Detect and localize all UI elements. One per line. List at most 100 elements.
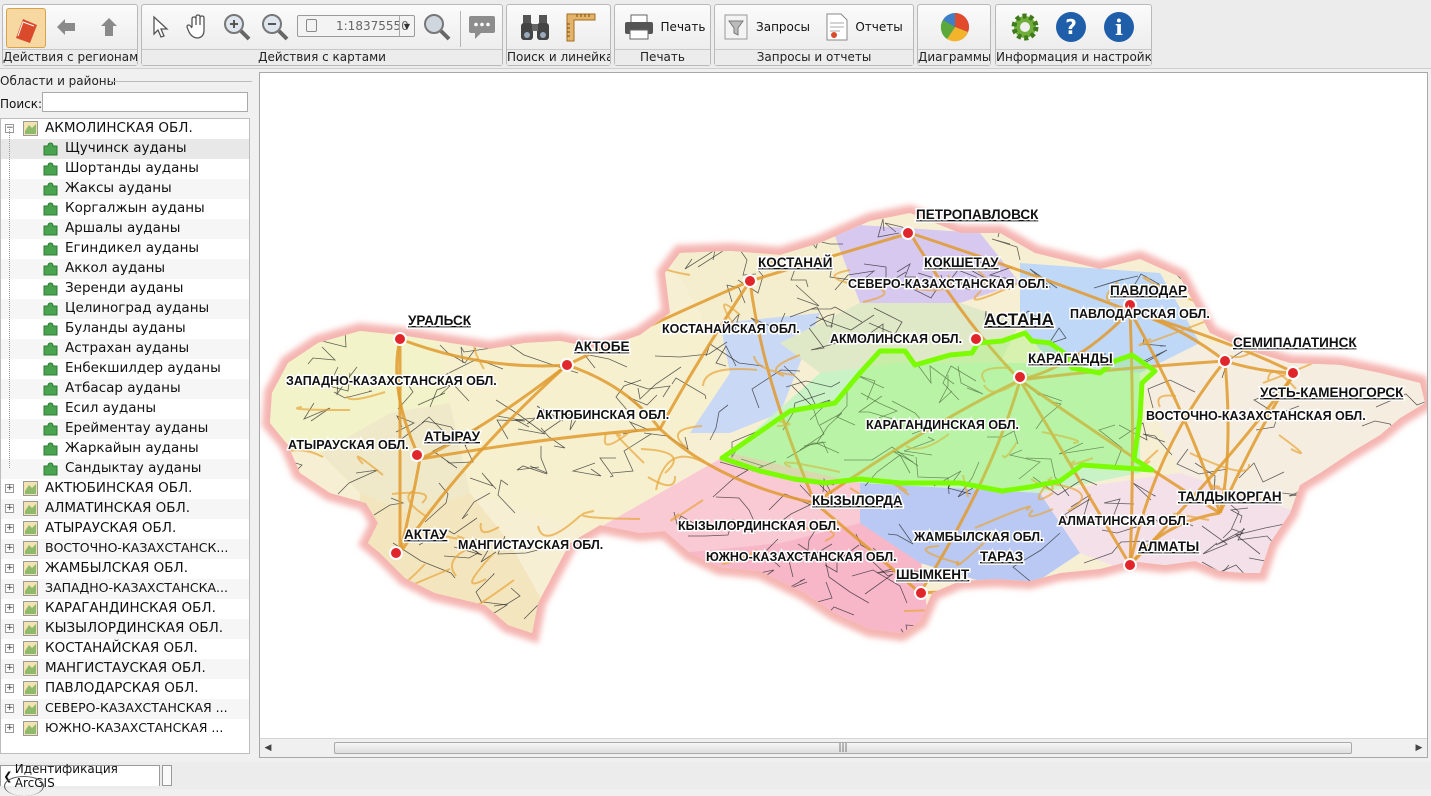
diagrams-button[interactable] (936, 8, 974, 46)
back-arrow-button[interactable] (51, 8, 81, 46)
tree-item-region[interactable]: + ЮЖНО-КАЗАХСТАНСКАЯ ... (1, 719, 249, 739)
tree-item-district[interactable]: Целиноград ауданы (1, 299, 249, 319)
expand-toggle-icon[interactable]: + (5, 564, 14, 573)
expand-toggle-icon[interactable]: + (5, 724, 14, 733)
city-marker-icon[interactable] (914, 586, 928, 600)
tree-item-district[interactable]: Аккол ауданы (1, 259, 249, 279)
city-marker-icon[interactable] (969, 332, 983, 346)
tree-item-district[interactable]: Сандыктау ауданы (1, 459, 249, 479)
tree-item-region[interactable]: + ЖАМБЫЛСКАЯ ОБЛ. (1, 559, 249, 579)
tree-item-district[interactable]: Шортанды ауданы (1, 159, 249, 179)
tree-district-label: Енбекшилдер ауданы (65, 360, 221, 376)
district-puzzle-icon (43, 462, 58, 476)
scale-select[interactable]: 1:18375550 ▼ (297, 15, 415, 37)
tree-item-district[interactable]: Атбасар ауданы (1, 379, 249, 399)
ruler-icon (566, 13, 596, 42)
tree-item-district[interactable]: Жаксы ауданы (1, 179, 249, 199)
region-select-button[interactable] (6, 8, 46, 48)
tree-item-district[interactable]: Есил ауданы (1, 399, 249, 419)
zoom-out-button[interactable] (258, 8, 292, 46)
group-label-search-ruler: Поиск и линейка (507, 49, 610, 65)
search-binoculars-button[interactable] (517, 8, 553, 46)
city-marker-icon[interactable] (901, 226, 915, 240)
tree-item-district[interactable]: Щучинск ауданы (1, 139, 249, 159)
expand-toggle-icon[interactable]: + (5, 604, 14, 613)
tree-item-district[interactable]: Жаркайын ауданы (1, 439, 249, 459)
city-marker-icon[interactable] (410, 448, 424, 462)
select-pointer-button[interactable] (146, 8, 176, 46)
tree-item-district[interactable]: Енбекшилдер ауданы (1, 359, 249, 379)
group-label-info-settings: Информация и настройки (996, 49, 1151, 65)
city-marker-icon[interactable] (1123, 558, 1137, 572)
tree-item-district[interactable]: Зеренди ауданы (1, 279, 249, 299)
city-marker-icon[interactable] (393, 332, 407, 346)
reports-button[interactable]: Отчеты (819, 8, 909, 46)
svg-text:i: i (1115, 15, 1123, 40)
tree-item-region[interactable]: + ВОСТОЧНО-КАЗАХСТАНСК... (1, 539, 249, 559)
info-button[interactable]: i (1100, 8, 1138, 46)
map-view[interactable]: ПЕТРОПАВЛОВСК КОСТАНАЙ КОКШЕТАУ ПАВЛОДАР УРА… (259, 72, 1428, 758)
tree-item-region-expanded[interactable]: − АКМОЛИНСКАЯ ОБЛ. (1, 119, 249, 139)
city-marker-icon[interactable] (1286, 366, 1300, 380)
identify-callout-button[interactable] (464, 8, 500, 46)
scrollbar-thumb[interactable]: ||| (334, 742, 1352, 754)
pan-hand-button[interactable] (180, 8, 214, 46)
print-label: Печать (660, 20, 706, 34)
tree-item-region[interactable]: + АЛМАТИНСКАЯ ОБЛ. (1, 499, 249, 519)
print-button[interactable]: Печать (621, 8, 707, 46)
tree-item-district[interactable]: Буланды ауданы (1, 319, 249, 339)
city-marker-icon[interactable] (389, 546, 403, 560)
expand-toggle-icon[interactable]: + (5, 644, 14, 653)
kazakhstan-map[interactable]: ПЕТРОПАВЛОВСК КОСТАНАЙ КОКШЕТАУ ПАВЛОДАР УРА… (260, 73, 1427, 739)
tree-item-district[interactable]: Астрахан ауданы (1, 339, 249, 359)
tree-item-region[interactable]: + СЕВЕРО-КАЗАХСТАНСКАЯ ... (1, 699, 249, 719)
queries-label: Запросы (756, 20, 810, 34)
zoom-extent-button[interactable] (420, 8, 454, 46)
map-horizontal-scrollbar[interactable]: ◀ ||| ▶ (260, 738, 1427, 757)
tree-district-label: Аккол ауданы (65, 260, 166, 276)
expand-toggle-icon[interactable]: + (5, 624, 14, 633)
scroll-right-icon[interactable]: ▶ (1413, 741, 1425, 755)
ruler-button[interactable] (563, 8, 599, 46)
district-puzzle-icon (43, 242, 58, 256)
tree-item-region[interactable]: + ПАВЛОДАРСКАЯ ОБЛ. (1, 679, 249, 699)
expand-toggle-icon[interactable]: + (5, 584, 14, 593)
city-marker-icon[interactable] (1218, 354, 1232, 368)
tree-item-region[interactable]: + КАРАГАНДИНСКАЯ ОБЛ. (1, 599, 249, 619)
city-marker-icon[interactable] (743, 274, 757, 288)
tree-item-region[interactable]: + АТЫРАУСКАЯ ОБЛ. (1, 519, 249, 539)
up-arrow-button[interactable] (94, 8, 124, 46)
expand-toggle-icon[interactable]: + (5, 504, 14, 513)
zoom-in-button[interactable] (220, 8, 254, 46)
search-input[interactable] (42, 92, 248, 112)
tree-item-region[interactable]: + КОСТАНАЙСКАЯ ОБЛ. (1, 639, 249, 659)
city-label: ПАВЛОДАР (1110, 283, 1187, 298)
tree-item-district[interactable]: Коргалжын ауданы (1, 199, 249, 219)
tree-item-region[interactable]: + ЗАПАДНО-КАЗАХСТАНСКА... (1, 579, 249, 599)
tree-district-label: Сандыктау ауданы (65, 460, 202, 476)
expand-toggle-icon[interactable]: + (5, 704, 14, 713)
queries-button[interactable]: Запросы (721, 8, 811, 46)
settings-button[interactable] (1006, 8, 1044, 46)
expand-toggle-icon[interactable]: + (5, 684, 14, 693)
expand-toggle-icon[interactable]: + (5, 544, 14, 553)
region-label: ЗАПАДНО-КАЗАХСТАНСКАЯ ОБЛ. (286, 374, 497, 388)
expand-toggle-icon[interactable]: + (5, 524, 14, 533)
city-marker-icon[interactable] (560, 358, 574, 372)
tree-item-region[interactable]: + АКТЮБИНСКАЯ ОБЛ. (1, 479, 249, 499)
city-marker-icon[interactable] (1013, 370, 1027, 384)
tree-item-region[interactable]: + КЫЗЫЛОРДИНСКАЯ ОБЛ. (1, 619, 249, 639)
tree-item-district[interactable]: Ерейментау ауданы (1, 419, 249, 439)
chevron-down-icon[interactable]: ▼ (399, 16, 414, 36)
regions-tree[interactable]: − АКМОЛИНСКАЯ ОБЛ. Щучинск ауданы Шортанды … (0, 118, 250, 754)
expand-toggle-icon[interactable]: + (5, 484, 14, 493)
secondary-tab[interactable] (162, 765, 172, 786)
tree-item-district[interactable]: Аршалы ауданы (1, 219, 249, 239)
city-label: УСТЬ-КАМЕНОГОРСК (1260, 385, 1404, 400)
help-button[interactable]: ? (1052, 8, 1090, 46)
scroll-left-icon[interactable]: ◀ (262, 741, 274, 755)
tree-district-label: Зеренди ауданы (65, 280, 184, 296)
tree-item-district[interactable]: Егиндикел ауданы (1, 239, 249, 259)
expand-toggle-icon[interactable]: + (5, 664, 14, 673)
tree-item-region[interactable]: + МАНГИСТАУСКАЯ ОБЛ. (1, 659, 249, 679)
